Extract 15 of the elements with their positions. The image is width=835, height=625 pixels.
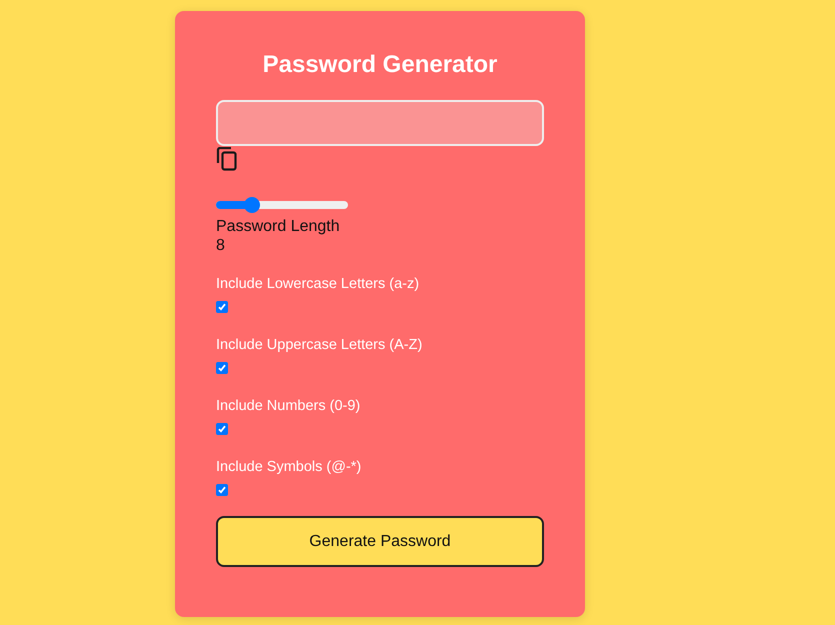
password-field[interactable] (216, 100, 544, 146)
app-title: Password Generator (262, 50, 498, 80)
option-label: Include Uppercase Letters (A-Z) (216, 337, 424, 354)
option-checkbox[interactable] (216, 484, 228, 496)
length-value: 8 (216, 236, 226, 255)
option-checkbox[interactable] (216, 301, 228, 313)
option-checkbox[interactable] (216, 423, 228, 435)
option-checkbox[interactable] (216, 362, 228, 374)
option-label: Include Symbols (@-*) (216, 459, 362, 476)
option-label: Include Lowercase Letters (a-z) (216, 276, 420, 293)
length-label: Password Length (216, 217, 341, 236)
copy-icon[interactable] (216, 147, 238, 171)
option-label: Include Numbers (0-9) (216, 398, 362, 415)
generate-button[interactable]: Generate Password (216, 516, 544, 567)
slider-thumb[interactable] (244, 197, 260, 213)
